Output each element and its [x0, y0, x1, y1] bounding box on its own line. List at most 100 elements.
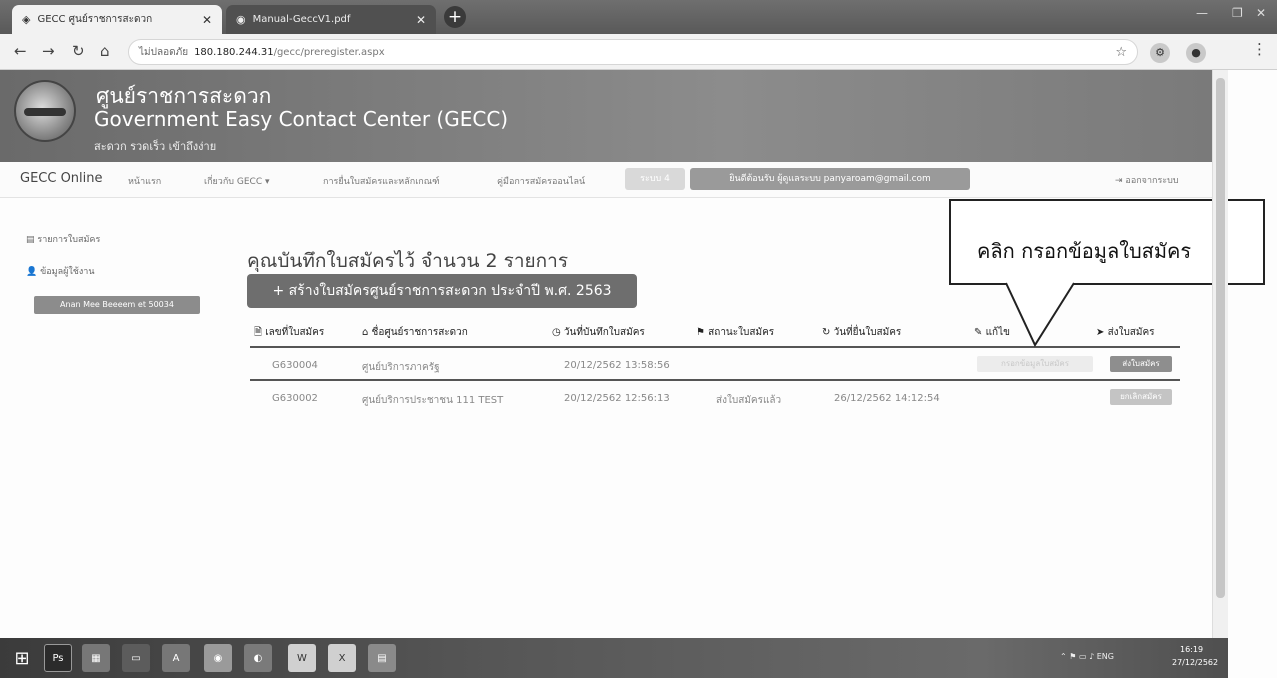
close-icon[interactable]: ✕: [416, 13, 426, 27]
list-icon: ▤: [26, 235, 35, 245]
nav-application-criteria[interactable]: การยื่นใบสมัครและหลักเกณฑ์: [323, 174, 440, 188]
file-explorer-icon[interactable]: ▤: [368, 644, 396, 672]
clock-time[interactable]: 16:19: [1180, 645, 1203, 654]
saved-date: 20/12/2562 13:58:56: [564, 360, 670, 371]
extension-icon[interactable]: ⚙: [1150, 43, 1170, 63]
col-app-no: 🗎 เลขที่ใบสมัคร: [254, 325, 324, 342]
nav-about[interactable]: เกี่ยวกับ GECC ▾: [204, 174, 270, 188]
minimize-icon[interactable]: —: [1196, 6, 1208, 20]
address-bar[interactable]: ไม่ปลอดภัย 180.180.244.31 /gecc/preregis…: [128, 39, 1138, 65]
site-slogan: สะดวก รวดเร็ว เข้าถึงง่าย: [94, 140, 217, 153]
header-label: เลขที่ใบสมัคร: [265, 327, 325, 338]
windows-start-icon[interactable]: ⊞: [8, 644, 36, 672]
gecc-logo: [14, 80, 76, 142]
excel-icon[interactable]: X: [328, 644, 356, 672]
app-no: G630002: [272, 393, 318, 404]
chrome-icon: ◉: [236, 13, 246, 26]
home-icon: ⌂: [362, 327, 369, 338]
logout-label: ออกจากระบบ: [1125, 176, 1179, 186]
refresh-icon: ↻: [822, 327, 831, 338]
col-submitted-date: ↻ วันที่ยื่นใบสมัคร: [822, 325, 901, 340]
new-tab-button[interactable]: +: [444, 6, 466, 28]
word-icon[interactable]: W: [288, 644, 316, 672]
applications-table: 🗎 เลขที่ใบสมัคร ⌂ ชื่อศูนย์ราชการสะดวก ◷…: [250, 312, 1180, 414]
flag-icon: ⚑: [696, 327, 705, 338]
header-label: แก้ไข: [985, 327, 1010, 338]
page-heading: คุณบันทึกใบสมัครไว้ จำนวน 2 รายการ: [247, 250, 569, 272]
folder-icon[interactable]: ▭: [122, 644, 150, 672]
sidebar-item-applications[interactable]: ▤ รายการใบสมัคร: [26, 232, 100, 246]
back-icon[interactable]: ←: [14, 42, 27, 60]
header-label: วันที่ยื่นใบสมัคร: [833, 327, 902, 338]
table-row: G630004 ศูนย์บริการภาครัฐ 20/12/2562 13:…: [250, 348, 1180, 381]
language-indicator: ENG: [1096, 652, 1114, 661]
col-saved-date: ◷ วันที่บันทึกใบสมัคร: [552, 325, 645, 340]
scrollbar-thumb[interactable]: [1216, 78, 1225, 598]
submit-application-button[interactable]: ส่งใบสมัคร: [1110, 356, 1172, 372]
center-name: ศูนย์บริการภาครัฐ: [362, 362, 440, 373]
sidebar-user-badge: Anan Mee Beeeem et 50034: [34, 296, 200, 314]
close-icon[interactable]: ✕: [202, 13, 212, 27]
pencil-icon: ✎: [974, 327, 983, 338]
col-submit: ➤ ส่งใบสมัคร: [1096, 325, 1155, 340]
nav-online-manual[interactable]: คู่มือการสมัครออนไลน์: [497, 174, 585, 188]
site-navbar: GECC Online หน้าแรก เกี่ยวกับ GECC ▾ การ…: [0, 162, 1212, 198]
center-name: ศูนย์บริการประชาชน 111 TEST: [362, 395, 504, 406]
screen: ◈ GECC ศูนย์ราชการสะดวก ✕ ◉ Manual-GeccV…: [0, 0, 1277, 678]
close-window-icon[interactable]: ✕: [1256, 6, 1266, 20]
fill-application-button[interactable]: กรอกข้อมูลใบสมัคร: [977, 356, 1093, 372]
not-secure-label: ไม่ปลอดภัย: [139, 46, 189, 58]
chrome-taskbar-icon[interactable]: ◉: [204, 644, 232, 672]
user-email-badge[interactable]: ยินดีต้อนรับ ผู้ดูแลระบบ panyaroam@gmail…: [690, 168, 970, 190]
reload-icon[interactable]: ↻: [72, 42, 85, 60]
saved-date: 20/12/2562 12:56:13: [564, 393, 670, 404]
header-label: วันที่บันทึกใบสมัคร: [563, 327, 645, 338]
profile-icon[interactable]: ●: [1186, 43, 1206, 63]
tab-label: GECC ศูนย์ราชการสะดวก: [37, 14, 153, 25]
file-icon: 🗎: [254, 327, 263, 338]
vertical-scrollbar[interactable]: [1212, 70, 1228, 638]
acrobat-icon[interactable]: A: [162, 644, 190, 672]
system-tray[interactable]: ⌃ ⚑ ▭ ♪ ENG: [1060, 652, 1114, 661]
site-title-english: Government Easy Contact Center (GECC): [94, 107, 509, 131]
app-label: Ps: [52, 652, 64, 664]
cancel-application-button[interactable]: ยกเลิกสมัคร: [1110, 389, 1172, 405]
gecc-favicon-icon: ◈: [22, 13, 31, 26]
url-path: /gecc/preregister.aspx: [273, 46, 385, 58]
tab-manual-pdf[interactable]: ◉ Manual-GeccV1.pdf ✕: [226, 5, 436, 34]
nav-brand[interactable]: GECC Online: [20, 171, 103, 186]
bookmark-star-icon[interactable]: ☆: [1115, 45, 1127, 60]
user-icon: 👤: [26, 267, 38, 277]
browser-tab-strip: ◈ GECC ศูนย์ราชการสะดวก ✕ ◉ Manual-GeccV…: [0, 0, 1277, 34]
table-header: 🗎 เลขที่ใบสมัคร ⌂ ชื่อศูนย์ราชการสะดวก ◷…: [250, 312, 1180, 348]
create-application-button[interactable]: + สร้างใบสมัครศูนย์ราชการสะดวก ประจำปี พ…: [247, 274, 637, 308]
browser-toolbar: ← → ↻ ⌂ ไม่ปลอดภัย 180.180.244.31 /gecc/…: [0, 34, 1277, 70]
col-edit: ✎ แก้ไข: [974, 325, 1010, 340]
photoshop-icon[interactable]: Ps: [44, 644, 72, 672]
nav-badge[interactable]: ระบบ 4: [625, 168, 685, 190]
media-icon[interactable]: ◐: [244, 644, 272, 672]
sidebar-item-user-info[interactable]: 👤 ข้อมูลผู้ใช้งาน: [26, 264, 94, 278]
home-icon[interactable]: ⌂: [100, 42, 110, 60]
caret-down-icon: ▾: [264, 177, 270, 187]
nav-home[interactable]: หน้าแรก: [128, 174, 161, 188]
app-label: X: [338, 652, 346, 664]
logout-icon: ⇥: [1115, 176, 1123, 186]
maximize-icon[interactable]: ❐: [1232, 6, 1243, 20]
status-text: ส่งใบสมัครแล้ว: [716, 395, 782, 406]
app-label: W: [297, 652, 307, 664]
app-icon[interactable]: ▦: [82, 644, 110, 672]
nav-about-label: เกี่ยวกับ GECC: [204, 177, 263, 187]
col-center-name: ⌂ ชื่อศูนย์ราชการสะดวก: [362, 325, 468, 340]
tab-gecc[interactable]: ◈ GECC ศูนย์ราชการสะดวก ✕: [12, 5, 222, 34]
header-label: ส่งใบสมัคร: [1107, 327, 1155, 338]
send-icon: ➤: [1096, 327, 1105, 338]
submitted-date: 26/12/2562 14:12:54: [834, 393, 940, 404]
table-row: G630002 ศูนย์บริการประชาชน 111 TEST 20/1…: [250, 381, 1180, 414]
windows-taskbar: ⊞ Ps ▦ ▭ A ◉ ◐ W X ▤ ⌃ ⚑ ▭ ♪ ENG 16:19 2…: [0, 638, 1228, 678]
forward-icon[interactable]: →: [42, 42, 55, 60]
clock-date[interactable]: 27/12/2562: [1172, 658, 1218, 667]
menu-icon[interactable]: ⋮: [1252, 40, 1267, 58]
sidebar-item-label: ข้อมูลผู้ใช้งาน: [40, 267, 95, 277]
logout-link[interactable]: ⇥ ออกจากระบบ: [1115, 173, 1179, 187]
